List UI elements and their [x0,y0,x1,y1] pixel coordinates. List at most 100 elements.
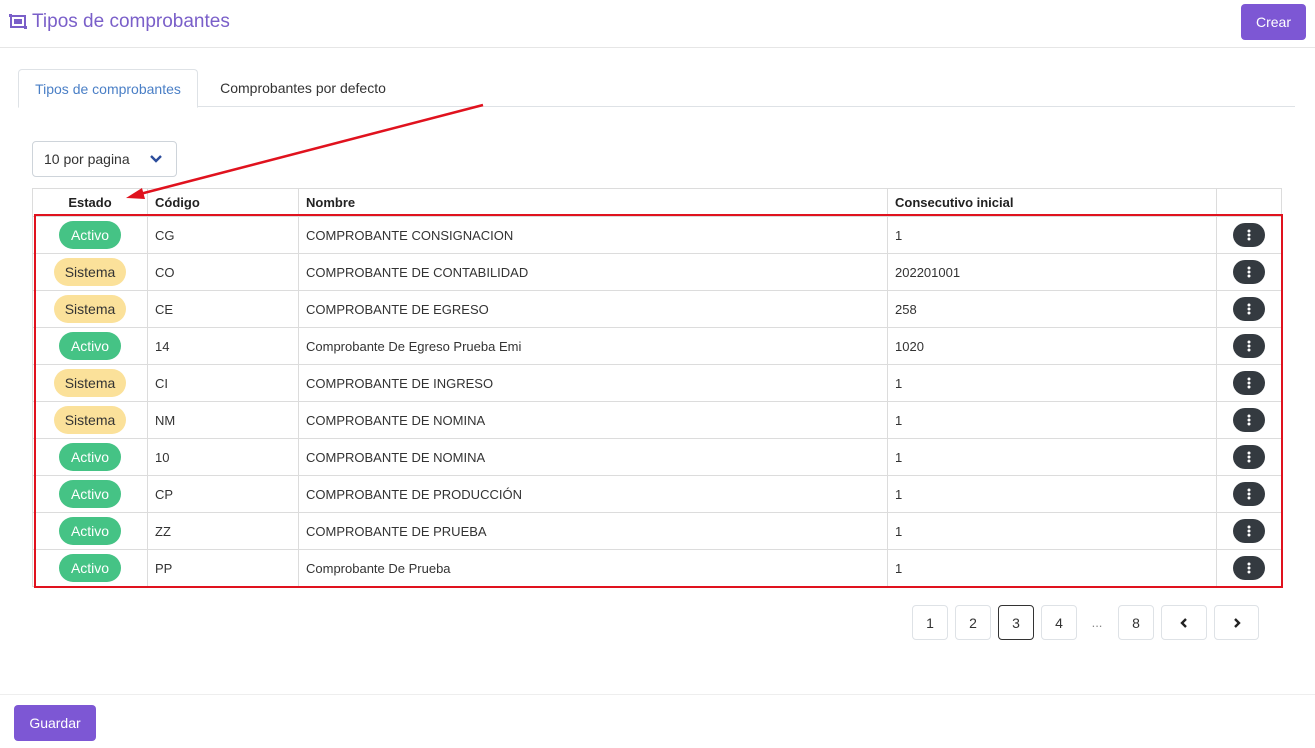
estado-cell: Sistema [32,401,148,439]
codigo-cell: CG [147,216,299,254]
row-actions-button[interactable] [1233,297,1265,321]
codigo-cell: 10 [147,438,299,476]
codigo-cell: CE [147,290,299,328]
actions-cell [1216,438,1282,476]
row-actions-button[interactable] [1233,556,1265,580]
consecutivo-cell: 1 [887,549,1217,587]
estado-cell: Activo [32,512,148,550]
next-page-button[interactable] [1214,605,1259,640]
chevron-right-icon [1233,617,1241,628]
table-row: Sistema CO COMPROBANTE DE CONTABILIDAD 2022… [32,253,1282,291]
nombre-cell: COMPROBANTE CONSIGNACION [298,216,888,254]
actions-cell [1216,216,1282,254]
prev-page-button[interactable] [1161,605,1207,640]
more-vertical-icon [1247,414,1251,426]
table-row: Activo PP Comprobante De Prueba 1 [32,549,1282,587]
codigo-cell: CO [147,253,299,291]
nombre-cell: COMPROBANTE DE NOMINA [298,401,888,439]
page-title: Tipos de comprobantes [32,11,230,32]
row-actions-button[interactable] [1233,223,1265,247]
codigo-cell: CP [147,475,299,513]
codigo-cell: 14 [147,327,299,365]
row-actions-button[interactable] [1233,260,1265,284]
status-badge: Activo [58,554,122,582]
consecutivo-cell: 1 [887,216,1217,254]
consecutivo-cell: 1 [887,364,1217,402]
tab-comprobantes-por-defecto[interactable]: Comprobantes por defecto [198,69,408,107]
estado-cell: Activo [32,216,148,254]
column-header-nombre[interactable]: Nombre [298,188,888,217]
table-header-row: Estado Código Nombre Consecutivo inicial [32,188,1282,217]
consecutivo-cell: 258 [887,290,1217,328]
more-vertical-icon [1247,377,1251,389]
consecutivo-cell: 1 [887,401,1217,439]
nombre-cell: COMPROBANTE DE CONTABILIDAD [298,253,888,291]
table-row: Activo ZZ COMPROBANTE DE PRUEBA 1 [32,512,1282,550]
page-button-8[interactable]: 8 [1118,605,1154,640]
table-row: Sistema CE COMPROBANTE DE EGRESO 258 [32,290,1282,328]
actions-cell [1216,549,1282,587]
nombre-cell: Comprobante De Egreso Prueba Emi [298,327,888,365]
more-vertical-icon [1247,340,1251,352]
nombre-cell: Comprobante De Prueba [298,549,888,587]
column-header-codigo[interactable]: Código [147,188,299,217]
status-badge: Activo [58,517,122,545]
status-badge: Activo [58,443,122,471]
row-actions-button[interactable] [1233,445,1265,469]
more-vertical-icon [1247,266,1251,278]
status-badge: Sistema [53,258,127,286]
per-page-select[interactable]: 10 por pagina [32,141,177,177]
footer-divider [0,694,1315,695]
more-vertical-icon [1247,488,1251,500]
status-badge: Activo [58,221,122,249]
actions-cell [1216,327,1282,365]
column-header-estado[interactable]: Estado [32,188,148,217]
save-button[interactable]: Guardar [14,705,96,741]
create-button[interactable]: Crear [1241,4,1306,40]
status-badge: Sistema [53,406,127,434]
more-vertical-icon [1247,451,1251,463]
table-row: Activo 10 COMPROBANTE DE NOMINA 1 [32,438,1282,476]
row-actions-button[interactable] [1233,408,1265,432]
estado-cell: Activo [32,327,148,365]
tab-bar: Tipos de comprobantes Comprobantes por d… [18,69,1295,108]
more-vertical-icon [1247,229,1251,241]
page-button-1[interactable]: 1 [912,605,948,640]
row-actions-button[interactable] [1233,482,1265,506]
column-header-actions [1216,188,1282,217]
codigo-cell: ZZ [147,512,299,550]
actions-cell [1216,253,1282,291]
estado-cell: Activo [32,438,148,476]
estado-cell: Sistema [32,364,148,402]
table-row: Activo CP COMPROBANTE DE PRODUCCIÓN 1 [32,475,1282,513]
layers-icon [9,14,27,29]
consecutivo-cell: 1 [887,475,1217,513]
row-actions-button[interactable] [1233,334,1265,358]
actions-cell [1216,290,1282,328]
actions-cell [1216,401,1282,439]
codigo-cell: PP [147,549,299,587]
column-header-consecutivo[interactable]: Consecutivo inicial [887,188,1217,217]
table-row: Sistema NM COMPROBANTE DE NOMINA 1 [32,401,1282,439]
page-button-3[interactable]: 3 [998,605,1034,640]
nombre-cell: COMPROBANTE DE INGRESO [298,364,888,402]
row-actions-button[interactable] [1233,519,1265,543]
table-row: Activo CG COMPROBANTE CONSIGNACION 1 [32,216,1282,254]
nombre-cell: COMPROBANTE DE PRODUCCIÓN [298,475,888,513]
nombre-cell: COMPROBANTE DE PRUEBA [298,512,888,550]
page-button-4[interactable]: 4 [1041,605,1077,640]
page-header: Tipos de comprobantes Crear [0,0,1315,48]
codigo-cell: CI [147,364,299,402]
estado-cell: Activo [32,475,148,513]
status-badge: Sistema [53,295,127,323]
more-vertical-icon [1247,562,1251,574]
page-button-2[interactable]: 2 [955,605,991,640]
estado-cell: Sistema [32,290,148,328]
actions-cell [1216,364,1282,402]
row-actions-button[interactable] [1233,371,1265,395]
tab-tipos-comprobantes[interactable]: Tipos de comprobantes [18,69,198,108]
consecutivo-cell: 1 [887,438,1217,476]
status-badge: Activo [58,480,122,508]
chevron-left-icon [1180,617,1187,628]
actions-cell [1216,475,1282,513]
